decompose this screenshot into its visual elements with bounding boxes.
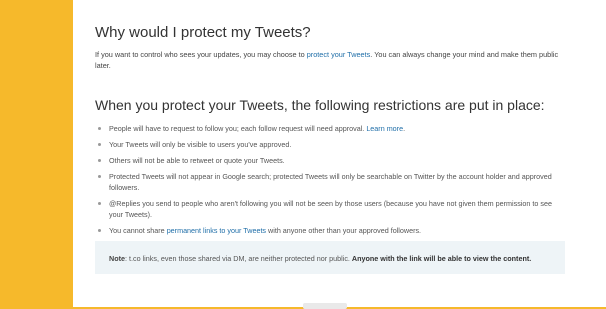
section-paragraph: If you want to control who sees your upd… <box>95 49 565 71</box>
bullet-icon <box>98 202 101 205</box>
list-item: People will have to request to follow yo… <box>95 123 559 134</box>
list-item: Others will not be able to retweet or qu… <box>95 155 559 166</box>
protect-your-tweets-link[interactable]: protect your Tweets <box>307 50 371 59</box>
list-item-text: Others will not be able to retweet or qu… <box>109 156 285 165</box>
list-item: Your Tweets will only be visible to user… <box>95 139 559 150</box>
list-item-text: You cannot share <box>109 226 167 235</box>
section-title-why-protect: Why would I protect my Tweets? <box>95 24 311 41</box>
list-item-text-after: . <box>403 124 406 133</box>
bullet-icon <box>98 229 101 232</box>
bullet-icon <box>98 143 101 146</box>
list-item: You cannot share permanent links to your… <box>95 225 559 236</box>
note-label: Note <box>109 254 125 263</box>
bullet-icon <box>98 159 101 162</box>
restrictions-list: People will have to request to follow yo… <box>95 123 592 236</box>
bullet-icon <box>98 127 101 130</box>
bullet-icon <box>98 175 101 178</box>
list-item: @Replies you send to people who aren't f… <box>95 198 559 220</box>
list-item-text: People will have to request to follow yo… <box>109 124 367 133</box>
list-item-text: @Replies you send to people who aren't f… <box>109 199 552 219</box>
learn-more-link[interactable]: Learn more <box>366 124 403 133</box>
bottom-button-stub <box>303 303 347 309</box>
list-item-text: Protected Tweets will not appear in Goog… <box>109 172 552 192</box>
list-item-text: Your Tweets will only be visible to user… <box>109 140 292 149</box>
content-panel: Why would I protect my Tweets? If you wa… <box>73 0 606 309</box>
note-text: : t.co links, even those shared via DM, … <box>124 254 352 263</box>
list-item: Protected Tweets will not appear in Goog… <box>95 171 559 193</box>
list-item-text-after: with anyone other than your approved fol… <box>266 226 422 235</box>
paragraph-text-1: If you want to control who sees your upd… <box>95 50 307 59</box>
section-title-restrictions: When you protect your Tweets, the follow… <box>95 97 545 113</box>
note-bold-text: Anyone with the link will be able to vie… <box>351 254 532 263</box>
note-box: Note: t.co links, even those shared via … <box>95 241 565 274</box>
permanent-links-link[interactable]: permanent links to your Tweets <box>167 226 266 235</box>
